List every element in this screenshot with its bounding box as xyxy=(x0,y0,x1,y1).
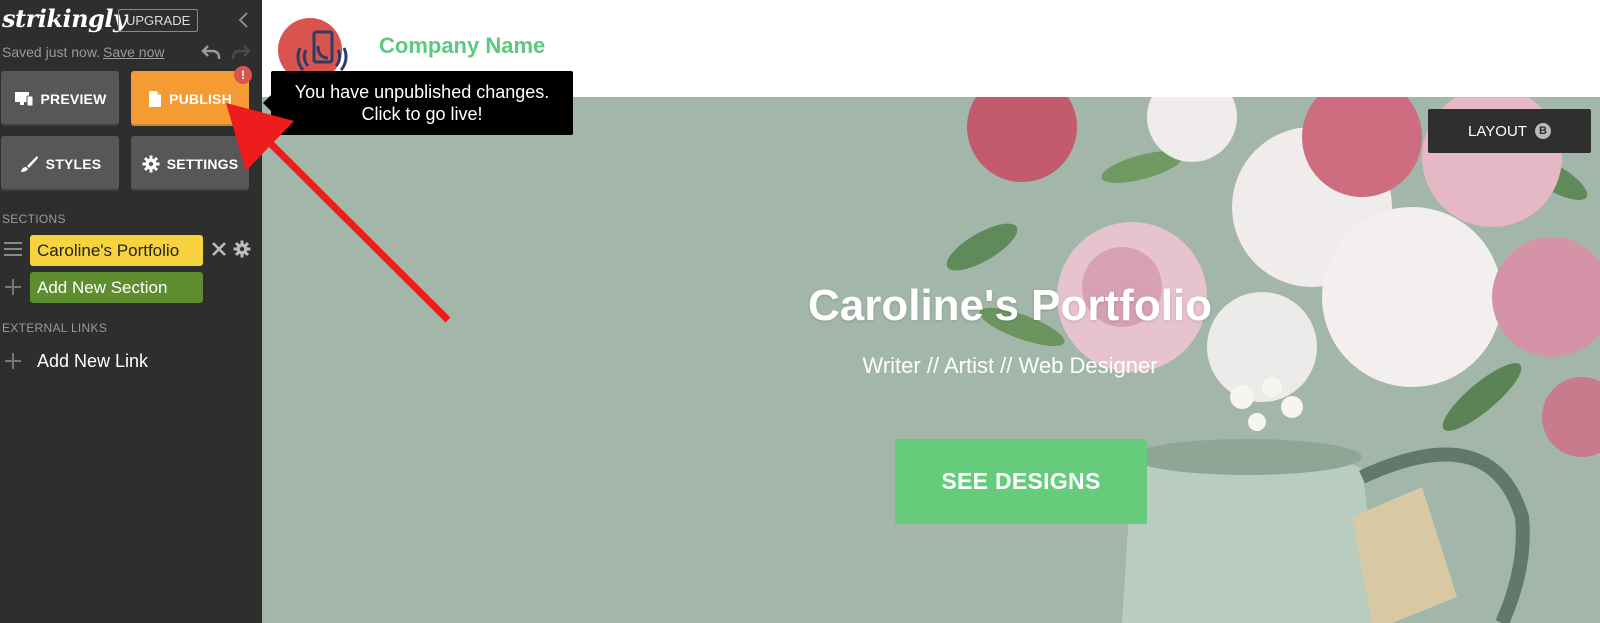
layout-button[interactable]: LAYOUT B xyxy=(1428,109,1591,153)
sections-heading: SECTIONS xyxy=(2,212,66,226)
plus-icon[interactable] xyxy=(4,352,22,370)
save-now-link[interactable]: Save now xyxy=(103,44,164,60)
hero-subtitle[interactable]: Writer // Artist // Web Designer xyxy=(262,353,1600,379)
company-name[interactable]: Company Name xyxy=(379,33,545,59)
publish-tooltip[interactable]: You have unpublished changes. Click to g… xyxy=(271,71,573,135)
layout-variant-badge: B xyxy=(1534,123,1551,139)
styles-button[interactable]: STYLES xyxy=(1,136,119,191)
document-icon xyxy=(149,90,162,107)
gear-icon[interactable] xyxy=(233,240,251,258)
see-designs-button[interactable]: SEE DESIGNS xyxy=(895,439,1147,524)
plus-icon[interactable] xyxy=(4,278,22,296)
chevron-left-icon[interactable] xyxy=(234,8,254,32)
section-item[interactable]: Caroline's Portfolio xyxy=(30,235,203,266)
redo-icon[interactable] xyxy=(230,42,252,62)
monitor-icon xyxy=(14,91,34,106)
brush-icon xyxy=(20,155,38,172)
hero-title[interactable]: Caroline's Portfolio xyxy=(262,281,1600,331)
publish-label: PUBLISH xyxy=(169,90,232,107)
preview-label: PREVIEW xyxy=(40,90,107,107)
add-new-link-button[interactable]: Add New Link xyxy=(37,351,148,372)
preview-button[interactable]: PREVIEW xyxy=(1,71,119,126)
upgrade-button[interactable]: UPGRADE xyxy=(118,9,199,32)
undo-icon[interactable] xyxy=(200,42,222,62)
tooltip-pointer xyxy=(263,95,271,111)
strikingly-logo: strikingly xyxy=(2,4,127,33)
publish-button[interactable]: PUBLISH xyxy=(131,71,249,126)
gear-icon xyxy=(142,155,160,172)
settings-button[interactable]: SETTINGS xyxy=(131,136,249,191)
external-links-heading: EXTERNAL LINKS xyxy=(2,321,108,335)
editor-sidebar: strikingly UPGRADE Saved just now. Save … xyxy=(0,0,262,623)
layout-label: LAYOUT xyxy=(1468,122,1527,140)
hero-section: LAYOUT B Caroline's Portfolio Writer // … xyxy=(262,97,1600,623)
tooltip-line-2: Click to go live! xyxy=(361,104,483,124)
save-status: Saved just now. xyxy=(2,44,101,60)
styles-label: STYLES xyxy=(45,155,102,172)
settings-label: SETTINGS xyxy=(166,155,239,172)
tooltip-line-1: You have unpublished changes. xyxy=(294,82,550,102)
unpublished-badge: ! xyxy=(234,66,252,84)
drag-handle-icon[interactable] xyxy=(4,241,22,257)
add-new-section-button[interactable]: Add New Section xyxy=(30,272,203,303)
close-icon[interactable] xyxy=(211,241,227,257)
